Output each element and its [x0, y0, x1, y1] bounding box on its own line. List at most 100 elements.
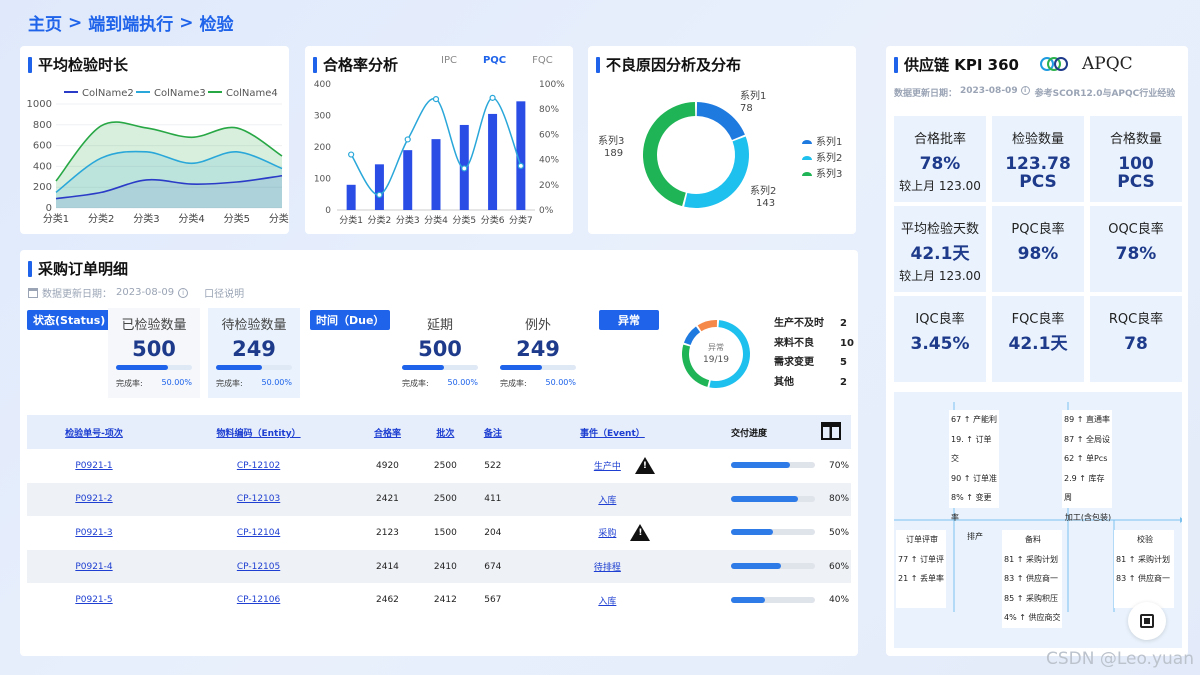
kpi-cell[interactable]: 检验数量 123.78 PCS: [992, 116, 1084, 202]
kpi-ref: 参考SCOR12.0与APQC行业经验: [1034, 89, 1176, 99]
cell-text: 567: [484, 595, 502, 606]
kpi-unit: PCS: [1117, 172, 1155, 192]
legend-label: 系列2: [816, 151, 842, 164]
table-link[interactable]: 待排程: [594, 560, 621, 573]
kpi-cell[interactable]: OQC良率 78%: [1090, 206, 1182, 292]
table-link[interactable]: CP-12104: [237, 528, 280, 538]
table-link[interactable]: P0921-5: [75, 595, 112, 605]
breadcrumb-e2e[interactable]: 端到端执行: [88, 10, 173, 35]
orders-update-row: 数据更新日期： 2023-08-09 i 口径说明: [28, 285, 244, 300]
cell-code[interactable]: CP-12103: [160, 482, 357, 517]
col-rate[interactable]: 合格率: [356, 415, 419, 449]
col-batch[interactable]: 批次: [418, 415, 472, 449]
x-tick-label: 分类1: [339, 214, 363, 226]
kpi-cell[interactable]: RQC良率 78: [1090, 296, 1182, 382]
flow-metric: 77 ↑ 订单评: [898, 554, 944, 564]
cell-code[interactable]: CP-12106: [161, 583, 356, 617]
stat-rate: 50.00%: [261, 378, 292, 387]
defect-card: 不良原因分析及分布 系列1 78 系列2 143 系列3 189 系列1 系列2 系列3: [588, 46, 856, 234]
bar: [403, 150, 413, 210]
avg-inspect-card: 平均检验时长 0 200 400 600 800 1000 分类1 分类2 分类3 分类4 分类5 分…: [20, 46, 289, 234]
kpi-cell[interactable]: IQC良率 3.45%: [894, 296, 986, 382]
abnormal-slice: [697, 320, 718, 332]
event-wrap: 入库: [598, 592, 650, 609]
progress-fill: [731, 529, 773, 536]
orders-table: 检验单号-项次 物料编码（Entity） 合格率 批次 备注 事件（Event）…: [27, 415, 851, 617]
kpi-value: 78%: [1115, 244, 1157, 264]
cell-batch: 2500: [418, 482, 472, 517]
table-link[interactable]: 采购: [598, 526, 616, 539]
cell-code[interactable]: CP-12102: [161, 449, 356, 483]
abnormal-item-name: 来料不良: [774, 337, 814, 349]
kpi-update-row: 数据更新日期： 2023-08-09 i 参考SCOR12.0与APQC行业经验: [894, 86, 1175, 99]
rate-point: [461, 165, 468, 172]
cell-batch: 2412: [419, 583, 472, 617]
cell-code[interactable]: CP-12105: [160, 549, 357, 584]
info-icon[interactable]: i: [1020, 86, 1030, 95]
kpi-cell[interactable]: PQC良率 98%: [992, 206, 1084, 292]
info-icon[interactable]: i: [178, 287, 189, 298]
y-tick-label: 800: [33, 120, 52, 131]
table-link[interactable]: CP-12102: [237, 461, 280, 471]
slice-label: 系列1: [740, 89, 766, 102]
fullscreen-button[interactable]: [1128, 602, 1166, 640]
progress-wrap: 70%: [731, 461, 849, 471]
col-event[interactable]: 事件（Event）: [513, 415, 711, 449]
table-link[interactable]: P0921-4: [75, 562, 112, 572]
cell-id[interactable]: P0921-4: [27, 549, 161, 584]
status-badge: 状态(Status): [27, 310, 112, 330]
col-id[interactable]: 检验单号-项次: [27, 415, 161, 449]
rate-point: [404, 136, 411, 143]
cell-code[interactable]: CP-12104: [161, 516, 356, 550]
breadcrumb-home[interactable]: 主页: [28, 10, 62, 35]
table-link[interactable]: 入库: [598, 594, 616, 607]
rate-point: [489, 94, 496, 101]
defect-chart: 系列178系列2143系列3189系列1系列2系列3: [598, 89, 842, 209]
x-tick-label: 分类1: [43, 212, 69, 225]
x-tick-label: 分类7: [509, 214, 533, 226]
table-layout-icon[interactable]: [821, 422, 841, 440]
flow-metric: 83 ↑ 供应商一: [1004, 574, 1058, 583]
col-progress-label: 交付进度: [731, 428, 768, 439]
progress-bar: [731, 495, 815, 502]
kpi-cell[interactable]: 合格批率 78% 较上月 123.00: [894, 116, 986, 202]
bar: [346, 184, 356, 210]
table-link[interactable]: 入库: [598, 493, 616, 506]
legend-swatch: [802, 156, 812, 160]
progress-label: 80%: [829, 494, 850, 505]
legend-label: ColName4: [226, 88, 278, 99]
stat-delayed: 延期 500 完成率: 50.00%: [394, 308, 486, 398]
col-code[interactable]: 物料编码（Entity）: [160, 415, 357, 449]
flow-metric: 4% ↑ 供应商交: [1004, 613, 1061, 622]
cell-rate: 4920: [356, 449, 419, 483]
flow-metric: 90 ↑ 订单准: [951, 473, 997, 483]
x-tick-label: 分类3: [133, 212, 159, 225]
cell-note: 567: [472, 583, 514, 617]
kpi-cell[interactable]: 平均检验天数 42.1天 较上月 123.00: [894, 206, 986, 292]
flow-metric: 排产: [967, 532, 983, 541]
progress-bar: [731, 529, 815, 536]
stat-progress-fill: [500, 365, 542, 370]
table-link[interactable]: 生产中: [594, 459, 621, 472]
progress-wrap: 50%: [731, 528, 849, 538]
cell-id[interactable]: P0921-1: [27, 449, 161, 483]
flow-metric: 加工(含包装): [1064, 512, 1112, 522]
table-link[interactable]: CP-12106: [237, 595, 280, 605]
kpi-cell[interactable]: 合格数量 100 PCS: [1090, 116, 1182, 202]
table-link[interactable]: P0921-2: [75, 494, 112, 504]
table-link[interactable]: CP-12103: [237, 494, 280, 504]
table-link[interactable]: P0921-1: [75, 461, 112, 471]
col-note[interactable]: 备注: [471, 415, 514, 449]
kpi-cell[interactable]: FQC良率 42.1天: [992, 296, 1084, 382]
cell-id[interactable]: P0921-3: [27, 516, 161, 550]
cell-id[interactable]: P0921-2: [27, 482, 161, 517]
kpi-value: 42.1天: [1008, 334, 1068, 354]
abnormal-item: 其他 2: [774, 373, 854, 393]
cell-id[interactable]: P0921-5: [27, 583, 161, 617]
table-link[interactable]: P0921-3: [75, 528, 112, 538]
pie-slice: [684, 136, 749, 208]
table-link[interactable]: CP-12105: [237, 562, 280, 572]
caliber-link[interactable]: 口径说明: [204, 285, 244, 300]
progress-label: 70%: [829, 460, 850, 471]
flow-box-processing: 89 ↑ 直通率 87 ↑ 全局设 62 ↑ 单Pcs 2.9 ↑ 库存周 加工(含包装…: [1062, 410, 1112, 522]
